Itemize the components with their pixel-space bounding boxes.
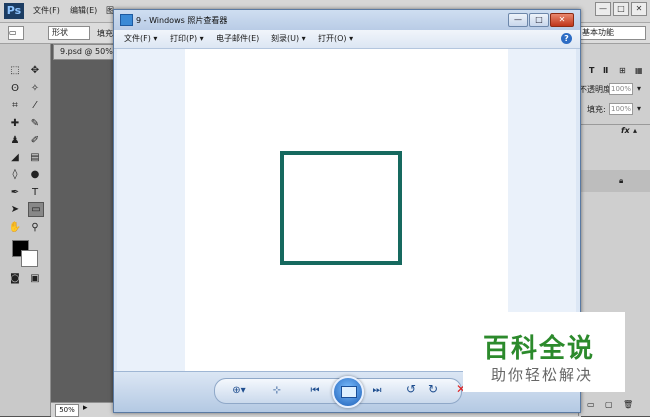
- screen-mode-icon[interactable]: ▣: [28, 272, 42, 285]
- ps-close-button[interactable]: ✕: [631, 2, 647, 16]
- ps-maximize-button[interactable]: □: [613, 2, 629, 16]
- gradient-tool-icon[interactable]: ▤: [28, 151, 42, 164]
- zoom-level-field[interactable]: 50%: [55, 404, 79, 417]
- type-icon[interactable]: T: [589, 66, 594, 75]
- pen-tool-icon[interactable]: ✒: [8, 186, 22, 199]
- slideshow-button[interactable]: [332, 376, 364, 408]
- chevron-down-icon: ▾: [301, 34, 306, 43]
- ps-menu-edit[interactable]: 编辑(E): [70, 5, 97, 16]
- watermark-title: 百科全说: [483, 334, 596, 364]
- marquee-tool-icon[interactable]: ⬚: [8, 64, 22, 77]
- viewer-menubar: 文件(F) ▾ 打印(P) ▾ 电子邮件(E) 刻录(U) ▾ 打开(O) ▾ …: [114, 30, 580, 49]
- green-square-outline: [280, 151, 402, 265]
- opacity-dropdown-icon[interactable]: ▾: [637, 84, 641, 93]
- ps-minimize-button[interactable]: —: [595, 2, 611, 16]
- history-brush-tool-icon[interactable]: ✐: [28, 134, 42, 147]
- watermark: 百科全说 助你轻松解决: [463, 312, 625, 392]
- displayed-image: [185, 49, 508, 371]
- layer-lock-icon: 🔒︎: [619, 176, 624, 185]
- ps-menu-file[interactable]: 文件(F): [33, 5, 60, 16]
- layer-fill-field[interactable]: 100%: [609, 103, 633, 115]
- lock-layer-icon[interactable]: ⊞: [619, 66, 626, 75]
- brush-tool-icon[interactable]: ✎: [28, 117, 42, 130]
- lasso-tool-icon[interactable]: ʘ: [8, 82, 22, 95]
- healing-brush-tool-icon[interactable]: ✚: [8, 117, 22, 130]
- chevron-down-icon: ▾: [199, 34, 204, 43]
- vertical-type-icon[interactable]: Ⅱ: [603, 66, 608, 75]
- dodge-tool-icon[interactable]: ●: [28, 168, 42, 181]
- new-group-icon[interactable]: ▭: [587, 400, 595, 409]
- viewer-titlebar[interactable]: 9 - Windows 照片查看器 — □ ✕: [114, 10, 580, 30]
- fill-dropdown-icon[interactable]: ▾: [637, 104, 641, 113]
- type-tool-icon[interactable]: T: [28, 186, 42, 199]
- background-color-swatch[interactable]: [21, 250, 38, 267]
- hand-tool-icon[interactable]: ✋: [8, 221, 22, 234]
- eraser-tool-icon[interactable]: ◢: [8, 151, 22, 164]
- chevron-down-icon: ▾: [153, 34, 158, 43]
- zoom-tool-icon[interactable]: ⚲: [28, 221, 42, 234]
- viewer-menu-burn[interactable]: 刻录(U) ▾: [271, 33, 306, 44]
- viewer-maximize-button[interactable]: □: [529, 13, 549, 27]
- panel-divider: [579, 124, 650, 125]
- ps-window-controls: — □ ✕: [595, 2, 647, 16]
- workspace-select[interactable]: 基本功能: [578, 26, 646, 40]
- viewer-window-controls: — □ ✕: [508, 13, 574, 27]
- fill-label: 填充: [97, 29, 113, 38]
- shape-tool-preset-icon[interactable]: ▭: [8, 26, 24, 40]
- delete-layer-icon[interactable]: 🗑︎: [623, 400, 633, 409]
- shape-mode-select[interactable]: 形状: [48, 26, 90, 40]
- background-layer-row[interactable]: 🔒︎: [579, 170, 650, 192]
- help-icon[interactable]: ?: [561, 33, 572, 44]
- viewer-menu-file[interactable]: 文件(F) ▾: [124, 33, 157, 44]
- previous-icon[interactable]: ⏮: [307, 383, 323, 399]
- viewer-minimize-button[interactable]: —: [508, 13, 528, 27]
- rotate-counterclockwise-icon[interactable]: ↺: [404, 382, 418, 396]
- watermark-subtitle: 助你轻松解决: [491, 366, 594, 384]
- viewer-nav-pill: ⊕▾ ⊹ ⏮ ⏭: [214, 376, 462, 408]
- crop-tool-icon[interactable]: ⌗: [8, 99, 22, 112]
- chevron-down-icon: ▾: [349, 34, 354, 43]
- path-selection-tool-icon[interactable]: ➤: [8, 203, 22, 216]
- quick-mask-icon[interactable]: ◙: [8, 272, 22, 285]
- fx-expand-icon[interactable]: ▴: [633, 126, 637, 135]
- fx-icon[interactable]: fx: [621, 126, 630, 135]
- layer-style-icon[interactable]: ▦: [635, 66, 643, 75]
- viewer-menu-email[interactable]: 电子邮件(E): [216, 33, 259, 44]
- new-layer-icon[interactable]: ▢: [605, 400, 613, 409]
- move-tool-icon[interactable]: ✥: [28, 64, 42, 77]
- next-icon[interactable]: ⏭: [369, 383, 385, 399]
- viewer-menu-open[interactable]: 打开(O) ▾: [318, 33, 353, 44]
- ps-toolbox: ⬚ ✥ ʘ ✧ ⌗ ⁄ ✚ ✎ ♟ ✐ ◢ ▤ ◊ ● ✒ T ➤ ▭ ✋ ⚲ …: [0, 44, 51, 416]
- eyedropper-tool-icon[interactable]: ⁄: [28, 99, 42, 112]
- ps-logo: Ps: [4, 3, 24, 19]
- slideshow-icon: [341, 386, 357, 398]
- status-arrow-icon[interactable]: ▸: [83, 403, 88, 413]
- zoom-icon[interactable]: ⊕▾: [231, 383, 247, 399]
- rectangle-tool-icon[interactable]: ▭: [28, 202, 44, 217]
- opacity-field[interactable]: 100%: [609, 83, 633, 95]
- blur-tool-icon[interactable]: ◊: [8, 168, 22, 181]
- viewer-title: 9 - Windows 照片查看器: [136, 16, 228, 25]
- rotate-clockwise-icon[interactable]: ↻: [426, 382, 440, 396]
- photo-viewer-app-icon: [120, 14, 133, 26]
- viewer-close-button[interactable]: ✕: [550, 13, 574, 27]
- layer-fill-label: 填充:: [587, 105, 606, 114]
- viewer-menu-print[interactable]: 打印(P) ▾: [170, 33, 204, 44]
- actual-size-icon[interactable]: ⊹: [269, 383, 285, 399]
- magic-wand-tool-icon[interactable]: ✧: [28, 82, 42, 95]
- stamp-tool-icon[interactable]: ♟: [8, 134, 22, 147]
